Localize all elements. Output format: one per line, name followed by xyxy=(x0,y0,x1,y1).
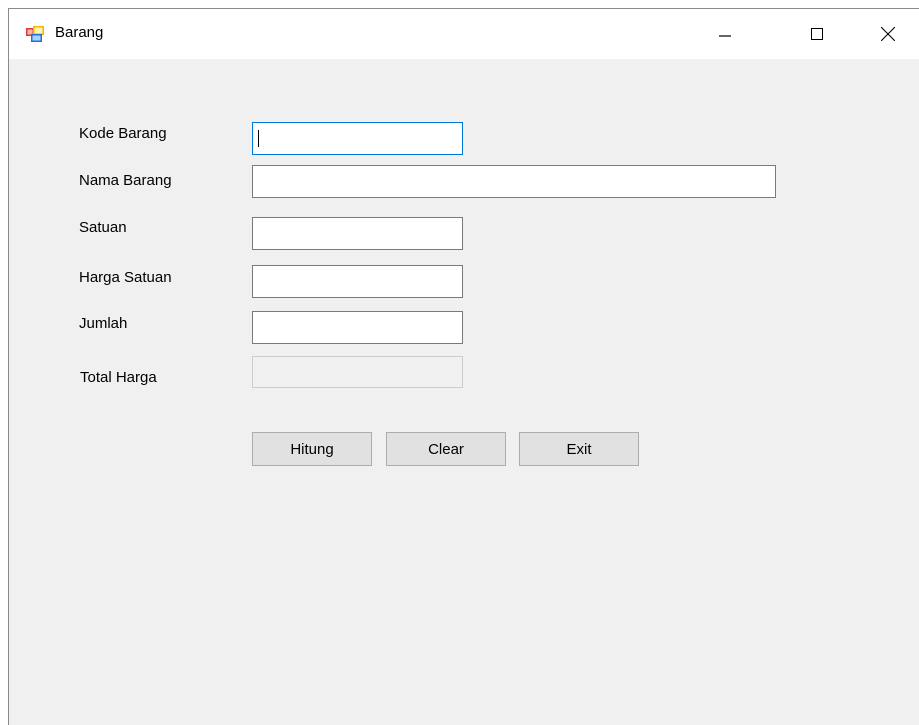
close-button[interactable] xyxy=(865,9,911,59)
maximize-icon xyxy=(811,28,823,40)
label-nama-barang: Nama Barang xyxy=(79,172,172,189)
kode-barang-input[interactable] xyxy=(252,122,463,155)
clear-button[interactable]: Clear xyxy=(386,432,506,466)
form-client-area: Kode Barang Nama Barang Satuan Harga Sat… xyxy=(9,59,919,725)
label-harga-satuan: Harga Satuan xyxy=(79,269,172,286)
exit-button[interactable]: Exit xyxy=(519,432,639,466)
title-bar[interactable]: Barang xyxy=(9,9,919,59)
minimize-icon xyxy=(719,28,731,40)
text-caret xyxy=(258,130,259,147)
hitung-button[interactable]: Hitung xyxy=(252,432,372,466)
jumlah-input[interactable] xyxy=(252,311,463,344)
satuan-input[interactable] xyxy=(252,217,463,250)
close-icon xyxy=(881,27,895,41)
harga-satuan-input[interactable] xyxy=(252,265,463,298)
nama-barang-input[interactable] xyxy=(252,165,776,198)
maximize-button[interactable] xyxy=(794,9,840,59)
app-icon xyxy=(26,26,44,42)
barang-window: Barang Kode Barang Nama Barang Satuan Ha… xyxy=(8,8,919,725)
minimize-button[interactable] xyxy=(702,9,748,59)
label-total-harga: Total Harga xyxy=(80,369,157,386)
window-title: Barang xyxy=(55,24,104,41)
label-satuan: Satuan xyxy=(79,219,127,236)
label-kode-barang: Kode Barang xyxy=(79,125,167,142)
label-jumlah: Jumlah xyxy=(79,315,128,332)
total-harga-output xyxy=(252,356,463,388)
